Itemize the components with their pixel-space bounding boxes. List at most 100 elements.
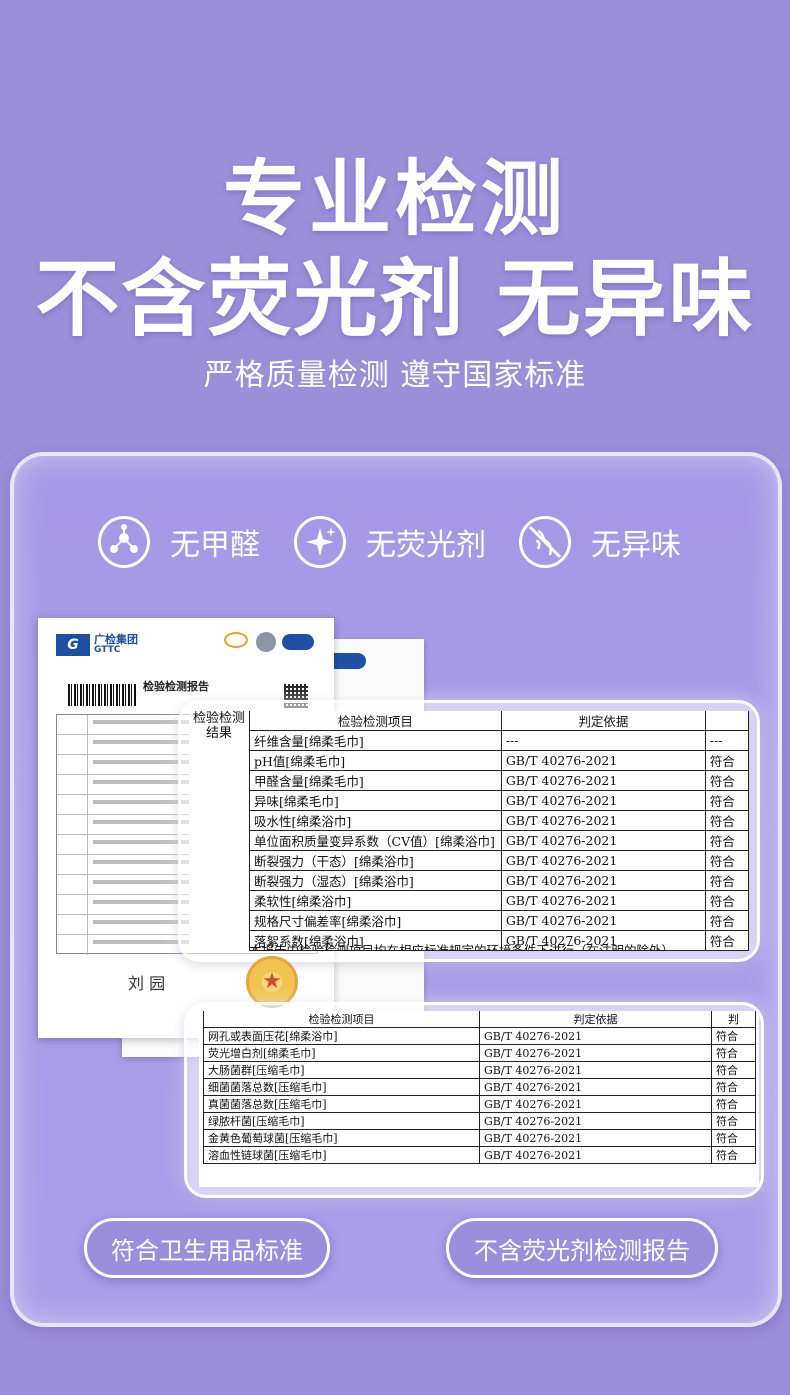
test-results-card-2: 检验检测项目 判定依据 判 网孔或表面压花[绵柔浴巾] GB/T 40276-20… — [184, 1002, 764, 1198]
feature-label: 无异味 — [591, 528, 681, 563]
feature-label: 无荧光剂 — [366, 528, 486, 563]
hero-section: 专业检测 不含荧光剂 无异味 严格质量检测 遵守国家标准 — [0, 0, 790, 450]
cell-basis: GB/T 40276-2021 — [500, 910, 706, 931]
feature-label: 无甲醛 — [170, 528, 260, 563]
cell-result: 符合 — [704, 910, 749, 931]
cell-basis: GB/T 40276-2021 — [479, 1095, 712, 1113]
cell-item: 纤维含量[绵柔毛巾] — [249, 730, 502, 751]
cell-item: 甲醛含量[绵柔毛巾] — [249, 770, 502, 791]
microbial-results-table: 检验检测项目 判定依据 判 网孔或表面压花[绵柔浴巾] GB/T 40276-20… — [203, 1011, 756, 1164]
table-row: 溶血性链球菌[压缩毛巾] GB/T 40276-2021 符合 — [203, 1146, 756, 1164]
cnas-logo — [282, 634, 314, 650]
table-row: 纤维含量[绵柔毛巾] --- --- — [249, 730, 749, 751]
cell-basis: GB/T 40276-2021 — [479, 1061, 712, 1079]
cma-logo — [224, 632, 248, 648]
cell-item: 单位面积质量变异系数（CV值）[绵柔浴巾] — [249, 830, 502, 851]
cell-item: 断裂强力（湿态）[绵柔浴巾] — [249, 870, 502, 891]
cell-item: pH值[绵柔毛巾] — [249, 750, 502, 771]
gttc-logo: G — [56, 634, 90, 656]
table-row: 细菌菌落总数[压缩毛巾] GB/T 40276-2021 符合 — [203, 1078, 756, 1096]
cell-item: 柔软性[绵柔浴巾] — [249, 890, 502, 911]
cell-item: 网孔或表面压花[绵柔浴巾] — [203, 1027, 480, 1045]
table-row: 真菌菌落总数[压缩毛巾] GB/T 40276-2021 符合 — [203, 1095, 756, 1113]
column-header-item: 检验检测项目 — [249, 711, 502, 731]
brand-en: GTTC — [94, 645, 121, 655]
cell-result: 符合 — [704, 930, 749, 951]
certification-panel: 无甲醛 无荧光剂 无异味 G 广检集团 G — [10, 452, 782, 1327]
signature: 刘 园 — [128, 974, 166, 993]
cell-result: 符合 — [711, 1061, 756, 1079]
table-row: 断裂强力（干态）[绵柔浴巾] GB/T 40276-2021 符合 — [249, 850, 749, 871]
table-row: 大肠菌群[压缩毛巾] GB/T 40276-2021 符合 — [203, 1061, 756, 1079]
table-row: 绿脓杆菌[压缩毛巾] GB/T 40276-2021 符合 — [203, 1112, 756, 1130]
column-header-basis: 判定依据 — [479, 1011, 712, 1028]
table-row: 异味[绵柔毛巾] GB/T 40276-2021 符合 — [249, 790, 749, 811]
feature-no-odor: 无异味 — [519, 512, 681, 572]
cell-item: 真菌菌落总数[压缩毛巾] — [203, 1095, 480, 1113]
cell-result: 符合 — [711, 1044, 756, 1062]
cell-basis: GB/T 40276-2021 — [500, 830, 706, 851]
hero-headline: 不含荧光剂 无异味 — [35, 250, 755, 348]
cell-basis: GB/T 40276-2021 — [479, 1129, 712, 1147]
table-row: 柔软性[绵柔浴巾] GB/T 40276-2021 符合 — [249, 890, 749, 911]
cell-result: 符合 — [704, 950, 749, 951]
hygiene-standard-button[interactable]: 符合卫生用品标准 — [84, 1218, 330, 1278]
table-row: 规格尺寸偏差率[绵柔浴巾] GB/T 40276-2021 符合 — [249, 910, 749, 931]
inspection-seal — [246, 956, 298, 1008]
results-table: 检验检测项目 判定依据 纤维含量[绵柔毛巾] --- --- pH值[绵柔毛巾] GB/… — [249, 711, 749, 951]
cell-item: 规格尺寸偏差率[绵柔浴巾] — [249, 910, 502, 931]
table-row: 断裂强力（湿态）[绵柔浴巾] GB/T 40276-2021 符合 — [249, 870, 749, 891]
column-header-result: 判 — [711, 1011, 756, 1028]
cell-result: 符合 — [711, 1129, 756, 1147]
cell-result: 符合 — [704, 850, 749, 871]
cell-basis: GB/T 40276-2021 — [500, 770, 706, 791]
table-row: 金黄色葡萄球菌[压缩毛巾] GB/T 40276-2021 符合 — [203, 1129, 756, 1147]
cell-result: 符合 — [711, 1112, 756, 1130]
results-label: 检验检测结果 — [192, 711, 245, 741]
table-row: 吸水性[绵柔浴巾] GB/T 40276-2021 符合 — [249, 810, 749, 831]
brand-name: 广检集团 — [94, 633, 138, 646]
ilac-logo — [256, 632, 276, 652]
cell-basis: GB/T 40276-2021 — [479, 1027, 712, 1045]
column-header-item: 检验检测项目 — [203, 1011, 480, 1028]
test-results-card: 检验检测结果 检验检测项目 判定依据 纤维含量[绵柔毛巾] --- --- pH值[绵… — [178, 700, 760, 962]
cell-item: 荧光增白剂[绵柔毛巾] — [203, 1044, 480, 1062]
cell-basis: GB/T 40276-2021 — [500, 810, 706, 831]
cell-result: 符合 — [704, 810, 749, 831]
cell-result: --- — [704, 730, 749, 751]
cell-basis: --- — [500, 730, 706, 751]
table-row: 单位面积质量变异系数（CV值）[绵柔浴巾] GB/T 40276-2021 符合 — [249, 830, 749, 851]
cell-item: 溶血性链球菌[压缩毛巾] — [203, 1146, 480, 1164]
feature-no-fluorescent: 无荧光剂 — [294, 512, 486, 572]
cell-item: 大肠菌群[压缩毛巾] — [203, 1061, 480, 1079]
cell-basis: GB/T 40276-2021 — [479, 1146, 712, 1164]
cell-basis: GB/T 40276-2021 — [479, 1044, 712, 1062]
cell-result: 符合 — [704, 770, 749, 791]
cell-item: 异味[绵柔毛巾] — [249, 790, 502, 811]
cell-item: 绿脓杆菌[压缩毛巾] — [203, 1112, 480, 1130]
cell-result: 符合 — [704, 890, 749, 911]
cell-item: 吸水性[绵柔浴巾] — [249, 810, 502, 831]
cell-basis: GB/T 40276-2021 — [479, 1078, 712, 1096]
cell-result: 符合 — [711, 1095, 756, 1113]
cell-basis: GB/T 40276-2021 — [479, 1112, 712, 1130]
cell-basis: GB/T 40276-2021 — [500, 790, 706, 811]
cell-result: 符合 — [704, 750, 749, 771]
report-header: G 广检集团 GTTC — [56, 634, 138, 656]
sparkle-icon — [294, 516, 346, 568]
table-row: pH值[绵柔毛巾] GB/T 40276-2021 符合 — [249, 750, 749, 771]
cell-result: 符合 — [704, 830, 749, 851]
report-title: 检验检测报告 — [143, 680, 209, 693]
cell-basis: GB/T 40276-2021 — [500, 890, 706, 911]
cell-item: 金黄色葡萄球菌[压缩毛巾] — [203, 1129, 480, 1147]
column-header-basis: 判定依据 — [500, 711, 706, 731]
test-report-button[interactable]: 不含荧光剂检测报告 — [446, 1218, 718, 1278]
no-odor-icon — [519, 516, 571, 568]
table-row: 荧光增白剂[绵柔毛巾] GB/T 40276-2021 符合 — [203, 1044, 756, 1062]
cell-result: 符合 — [711, 1027, 756, 1045]
cell-result: 符合 — [711, 1146, 756, 1164]
barcode — [68, 684, 136, 706]
cell-item: 细菌菌落总数[压缩毛巾] — [203, 1078, 480, 1096]
cell-basis: GB/T 40276-2021 — [500, 870, 706, 891]
feature-no-formaldehyde: 无甲醛 — [98, 512, 260, 572]
